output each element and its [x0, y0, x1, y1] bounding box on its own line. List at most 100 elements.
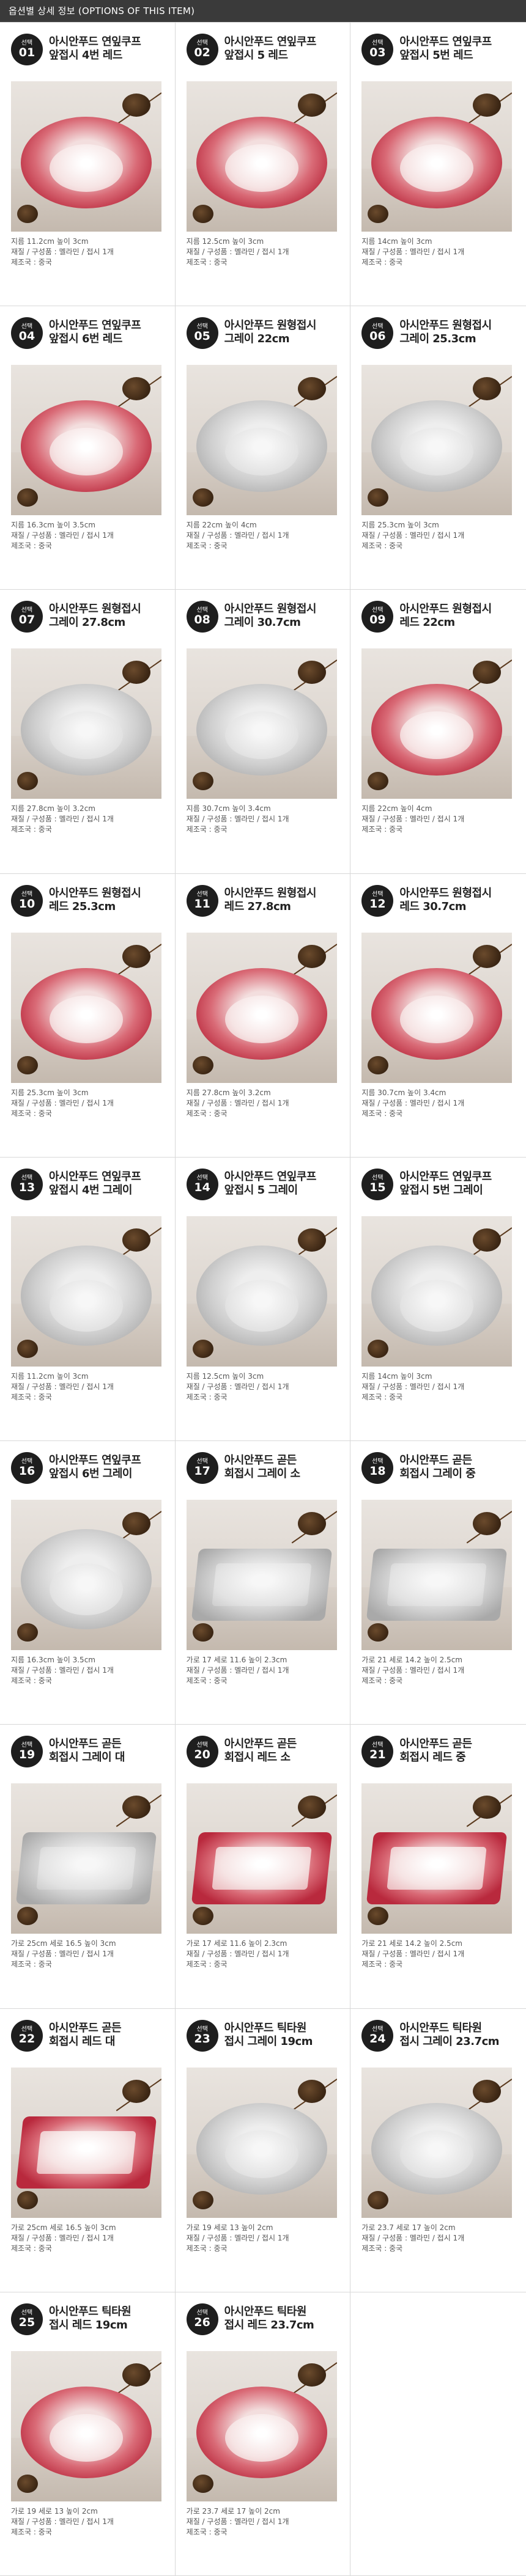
option-spec: 지름 22cm 높이 4cm 재질 / 구성품 : 멜라민 / 접시 1개 제조… [187, 520, 339, 551]
option-number-badge: 선택 23 [186, 2019, 218, 2052]
option-card[interactable]: 선택 06 아시안푸드 원형접시 그레이 25.3cm 지름 25.3cm 높이… [350, 306, 526, 590]
option-title-line-2: 접시 레드 19cm [49, 2318, 128, 2332]
product-photo [11, 2067, 161, 2218]
spec-origin: 제조국 : 중국 [186, 825, 228, 834]
spec-size: 지름 11.2cm 높이 3cm [11, 237, 89, 246]
option-header: 선택 09 아시안푸드 원형접시 레드 22cm [361, 601, 515, 645]
option-card[interactable]: 선택 23 아시안푸드 틱타원 접시 그레이 19cm 가로 19 세로 13 … [175, 2008, 351, 2292]
option-title: 아시안푸드 연잎쿠프 앞접시 4번 그레이 [49, 1169, 141, 1197]
product-photo [361, 932, 513, 1083]
option-spec: 가로 25cm 세로 16.5 높이 3cm 재질 / 구성품 : 멜라민 / … [11, 1939, 164, 1970]
option-card[interactable]: 선택 18 아시안푸드 곧든 회접시 그레이 중 가로 21 세로 14.2 높… [350, 1441, 526, 1725]
product-photo [361, 81, 513, 232]
option-card[interactable]: 선택 12 아시안푸드 원형접시 레드 30.7cm 지름 30.7cm 높이 … [350, 874, 526, 1158]
option-title: 아시안푸드 연잎쿠프 앞접시 6번 그레이 [49, 1452, 141, 1481]
spec-origin: 제조국 : 중국 [361, 541, 403, 551]
spec-composition: 재질 / 구성품 : 멜라민 / 접시 1개 [11, 1950, 114, 1959]
spec-origin: 제조국 : 중국 [361, 2244, 403, 2253]
spec-composition: 재질 / 구성품 : 멜라민 / 접시 1개 [186, 531, 289, 540]
pinecone-decoration [473, 944, 502, 968]
badge-number: 04 [18, 329, 35, 343]
option-title: 아시안푸드 곧든 회접시 그레이 중 [399, 1452, 475, 1481]
option-card[interactable]: 선택 16 아시안푸드 연잎쿠프 앞접시 6번 그레이 지름 16.3cm 높이… [0, 1441, 176, 1725]
option-card[interactable]: 선택 19 아시안푸드 곧든 회접시 그레이 대 가로 25cm 세로 16.5… [0, 1725, 176, 2009]
option-card[interactable]: 선택 01 아시안푸드 연잎쿠프 앞접시 4번 레드 지름 11.2cm 높이 … [0, 23, 176, 307]
option-card[interactable]: 선택 17 아시안푸드 곧든 회접시 그레이 소 가로 17 세로 11.6 높… [175, 1441, 351, 1725]
option-number-badge: 선택 02 [186, 34, 218, 65]
option-header: 선택 12 아시안푸드 원형접시 레드 30.7cm [361, 884, 515, 929]
product-photo [11, 81, 161, 232]
option-card[interactable]: 선택 08 아시안푸드 원형접시 그레이 30.7cm 지름 30.7cm 높이… [175, 590, 351, 874]
pinecone-decoration [473, 1796, 502, 1819]
option-card[interactable]: 선택 14 아시안푸드 연잎쿠프 앞접시 5 그레이 지름 12.5cm 높이 … [175, 1157, 351, 1442]
option-spec: 지름 12.5cm 높이 3cm 재질 / 구성품 : 멜라민 / 접시 1개 … [187, 237, 339, 268]
spec-origin: 제조국 : 중국 [11, 1109, 52, 1118]
option-title-line-1: 아시안푸드 틱타원 [399, 2021, 482, 2035]
option-spec: 가로 23.7 세로 17 높이 2cm 재질 / 구성품 : 멜라민 / 접시… [187, 2506, 339, 2537]
pinecone-decoration [17, 2474, 38, 2493]
pinecone-decoration [17, 1623, 38, 1642]
option-spec: 지름 27.8cm 높이 3.2cm 재질 / 구성품 : 멜라민 / 접시 1… [11, 804, 164, 835]
spec-size: 가로 17 세로 11.6 높이 2.3cm [186, 1656, 287, 1665]
spec-size: 지름 27.8cm 높이 3.2cm [11, 804, 95, 813]
option-card[interactable]: 선택 03 아시안푸드 연잎쿠프 앞접시 5번 레드 지름 14cm 높이 3c… [350, 23, 526, 307]
option-card[interactable]: 선택 07 아시안푸드 원형접시 그레이 27.8cm 지름 27.8cm 높이… [0, 590, 176, 874]
option-card[interactable]: 선택 24 아시안푸드 틱타원 접시 그레이 23.7cm 가로 23.7 세로… [350, 2009, 526, 2292]
option-card[interactable]: 선택 15 아시안푸드 연잎쿠프 앞접시 5번 그레이 지름 14cm 높이 3… [350, 1158, 526, 1442]
option-card[interactable]: 선택 04 아시안푸드 연잎쿠프 앞접시 6번 레드 지름 16.3cm 높이 … [0, 306, 176, 590]
round-plate-image [21, 1529, 152, 1630]
option-number-badge: 선택 26 [186, 2303, 218, 2335]
pinecone-decoration [473, 94, 502, 117]
spec-composition: 재질 / 구성품 : 멜라민 / 접시 1개 [361, 531, 465, 540]
option-header: 선택 11 아시안푸드 원형접시 레드 27.8cm [186, 884, 339, 929]
badge-number: 12 [369, 897, 386, 911]
option-header: 선택 24 아시안푸드 틱타원 접시 그레이 23.7cm [361, 2019, 515, 2064]
option-card[interactable]: 선택 09 아시안푸드 원형접시 레드 22cm 지름 22cm 높이 4cm … [350, 590, 526, 874]
round-plate-image [196, 2386, 327, 2478]
option-title: 아시안푸드 틱타원 접시 그레이 23.7cm [399, 2020, 499, 2049]
option-spec: 지름 25.3cm 높이 3cm 재질 / 구성품 : 멜라민 / 접시 1개 … [11, 1088, 164, 1119]
option-title: 아시안푸드 틱타원 접시 레드 19cm [49, 2303, 132, 2332]
spec-origin: 제조국 : 중국 [186, 541, 228, 551]
round-plate-image [21, 967, 152, 1060]
round-plate-image [21, 117, 152, 208]
round-plate-image [21, 684, 152, 776]
option-number-badge: 선택 08 [186, 601, 218, 633]
option-card[interactable]: 선택 13 아시안푸드 연잎쿠프 앞접시 4번 그레이 지름 11.2cm 높이… [0, 1157, 176, 1442]
option-spec: 지름 11.2cm 높이 3cm 재질 / 구성품 : 멜라민 / 접시 1개 … [11, 1371, 164, 1403]
option-title-line-2: 앞접시 5 레드 [224, 49, 288, 62]
spec-origin: 제조국 : 중국 [361, 1960, 403, 1969]
badge-number: 20 [194, 1748, 210, 1762]
option-header: 선택 17 아시안푸드 곧든 회접시 그레이 소 [186, 1452, 339, 1496]
option-card[interactable]: 선택 26 아시안푸드 틱타원 접시 레드 23.7cm 가로 23.7 세로 … [175, 2292, 351, 2576]
pinecone-decoration [192, 1907, 213, 1926]
option-number-badge: 선택 09 [361, 601, 394, 633]
pinecone-decoration [297, 2079, 326, 2103]
option-spec: 지름 16.3cm 높이 3.5cm 재질 / 구성품 : 멜라민 / 접시 1… [11, 520, 164, 551]
option-card[interactable]: 선택 21 아시안푸드 곧든 회접시 레드 중 가로 21 세로 14.2 높이… [350, 1725, 526, 2009]
option-card[interactable]: 선택 25 아시안푸드 틱타원 접시 레드 19cm 가로 19 세로 13 높… [0, 2292, 176, 2576]
option-card[interactable]: 선택 11 아시안푸드 원형접시 레드 27.8cm 지름 27.8cm 높이 … [175, 873, 351, 1158]
option-card[interactable]: 선택 20 아시안푸드 곧든 회접시 레드 소 가로 17 세로 11.6 높이… [175, 1725, 351, 2009]
option-title: 아시안푸드 원형접시 그레이 30.7cm [224, 601, 317, 629]
spec-origin: 제조국 : 중국 [186, 2527, 228, 2536]
badge-number: 13 [18, 1180, 35, 1194]
option-header: 선택 07 아시안푸드 원형접시 그레이 27.8cm [11, 601, 164, 645]
option-title-line-1: 아시안푸드 원형접시 [49, 886, 141, 900]
option-card[interactable]: 선택 02 아시안푸드 연잎쿠프 앞접시 5 레드 지름 12.5cm 높이 3… [175, 23, 351, 307]
option-title-line-1: 아시안푸드 원형접시 [49, 603, 141, 616]
option-header: 선택 19 아시안푸드 곧든 회접시 그레이 대 [11, 1736, 164, 1780]
option-card[interactable]: 선택 05 아시안푸드 원형접시 그레이 22cm 지름 22cm 높이 4cm… [175, 306, 351, 590]
option-card[interactable]: 선택 22 아시안푸드 곧든 회접시 레드 대 가로 25cm 세로 16.5 … [0, 2008, 176, 2292]
pinecone-decoration [297, 1796, 326, 1819]
spec-origin: 제조국 : 중국 [361, 825, 403, 834]
spec-composition: 재질 / 구성품 : 멜라민 / 접시 1개 [186, 815, 289, 824]
option-card[interactable]: 선택 10 아시안푸드 원형접시 레드 25.3cm 지름 25.3cm 높이 … [0, 873, 176, 1158]
spec-composition: 재질 / 구성품 : 멜라민 / 접시 1개 [11, 531, 114, 540]
rect-plate-image [366, 1832, 508, 1905]
round-plate-image [371, 1245, 503, 1346]
option-title: 아시안푸드 연잎쿠프 앞접시 5번 레드 [399, 34, 492, 62]
pinecone-decoration [473, 1228, 502, 1252]
product-photo [11, 1783, 161, 1934]
spec-composition: 재질 / 구성품 : 멜라민 / 접시 1개 [361, 1382, 465, 1391]
